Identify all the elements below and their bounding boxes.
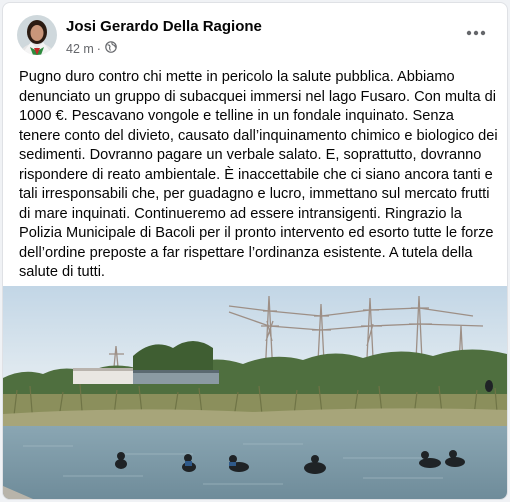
globe-icon[interactable]: [105, 41, 117, 56]
post-card: Josi Gerardo Della Ragione 42 m · Pugno …: [2, 2, 508, 500]
author-name[interactable]: Josi Gerardo Della Ragione: [66, 18, 262, 35]
meta-separator: ·: [96, 41, 101, 56]
post-text: Pugno duro contro chi mette in pericolo …: [19, 69, 498, 280]
author-avatar[interactable]: [17, 15, 57, 55]
post-timestamp[interactable]: 42 m: [66, 42, 94, 56]
post-photo[interactable]: [3, 286, 507, 499]
more-options-icon[interactable]: [463, 21, 489, 45]
post-meta: 42 m ·: [66, 41, 117, 56]
post-header: Josi Gerardo Della Ragione 42 m ·: [3, 3, 507, 63]
